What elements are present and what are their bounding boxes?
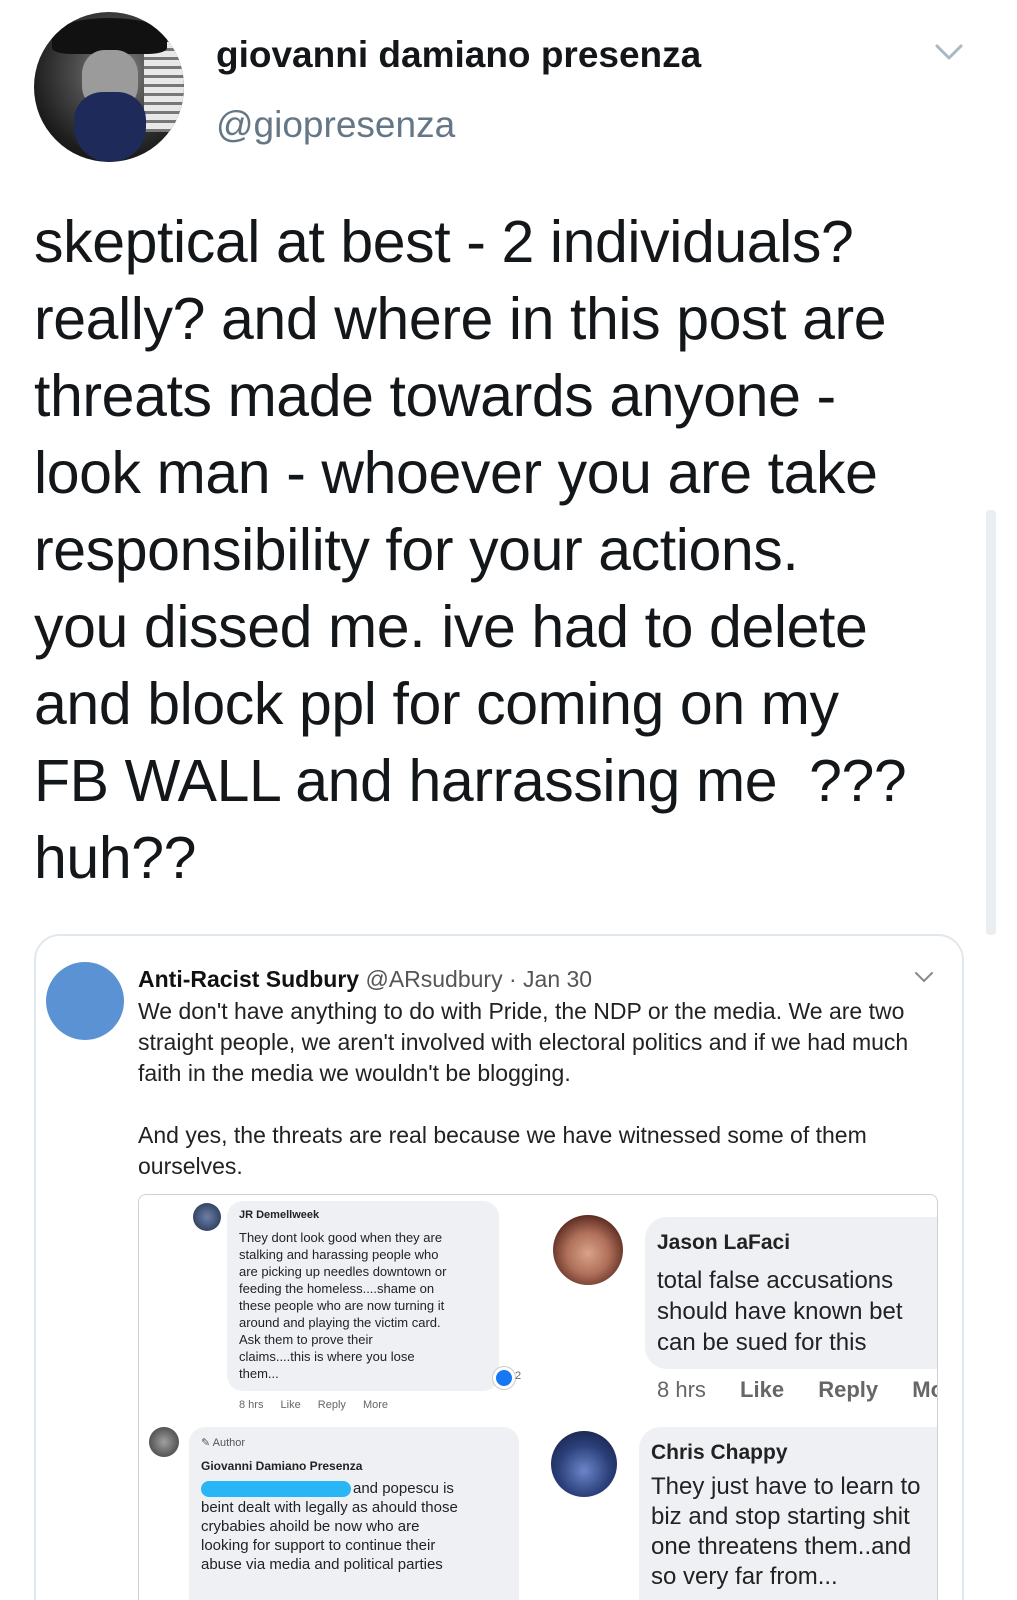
comment-line: beint dealt with legally as ahould those — [201, 1499, 458, 1516]
comment-line: so very far from... — [651, 1563, 838, 1590]
comment-line: stalking and harassing people who — [239, 1247, 439, 1262]
author-name[interactable]: giovanni damiano presenza — [216, 34, 701, 76]
comment-text: total false accusations should have know… — [657, 1265, 937, 1358]
comment-line: them... — [239, 1366, 279, 1381]
quoted-handle[interactable]: @ARsudbury — [365, 966, 502, 992]
comment-line: abuse via media and political parties — [201, 1556, 443, 1573]
commenter-name[interactable]: JR Demellweek — [239, 1207, 487, 1224]
chevron-down-icon[interactable] — [934, 40, 964, 64]
quoted-line: faith in the media we wouldn't be bloggi… — [138, 1060, 571, 1086]
commenter-name[interactable]: Giovanni Damiano Presenza — [201, 1458, 507, 1475]
quoted-paragraph: We don't have anything to do with Pride,… — [138, 996, 938, 1089]
author-pen-icon: ✎ — [201, 1437, 211, 1449]
author-avatar[interactable] — [34, 12, 184, 162]
redaction-highlight — [201, 1481, 351, 1498]
more-link[interactable]: More — [363, 1399, 388, 1411]
tweet-text: skeptical at best - 2 individuals? reall… — [34, 204, 974, 897]
comment-line: Ask them to prove their — [239, 1332, 373, 1347]
reply-link[interactable]: Reply — [818, 1377, 878, 1402]
more-link[interactable]: Mo — [912, 1377, 937, 1402]
chevron-down-icon[interactable] — [914, 970, 934, 984]
facebook-screenshot[interactable]: JR Demellweek They dont look good when t… — [138, 1194, 938, 1600]
tweet-line: you dissed me. ive had to delete — [34, 594, 868, 660]
commenter-name[interactable]: Chris Chappy — [651, 1437, 937, 1468]
quoted-line: And yes, the threats are real because we… — [138, 1122, 867, 1148]
quoted-separator: · — [508, 966, 517, 992]
quoted-text: We don't have anything to do with Pride,… — [138, 996, 938, 1213]
quoted-avatar[interactable] — [46, 962, 124, 1040]
comment-bubble: ✎ Author Giovanni Damiano Presenza and p… — [189, 1427, 519, 1600]
comment-bubble: JR Demellweek They dont look good when t… — [227, 1201, 499, 1391]
quoted-line: straight people, we aren't involved with… — [138, 1029, 909, 1055]
tweet-line: really? and where in this post are — [34, 286, 887, 352]
tweet-line: responsibility for your actions. — [34, 517, 799, 583]
comment-actions: 8 hrs Like Reply More — [239, 1399, 402, 1411]
comment-line: around and playing the victim card. — [239, 1315, 441, 1330]
comment-line: crybabies ahoild be now who are — [201, 1518, 420, 1535]
comment-line: these people who are now turning it — [239, 1298, 445, 1313]
comment-line: are picking up needles downtown or — [239, 1264, 447, 1279]
like-link[interactable]: Like — [740, 1377, 784, 1402]
reaction-count: 2 — [515, 1370, 522, 1382]
commenter-avatar — [149, 1427, 179, 1457]
author-badge: ✎ Author — [201, 1435, 507, 1452]
comment-line: biz and stop starting shit — [651, 1503, 910, 1530]
comment-line: feeding the homeless....shame on — [239, 1281, 435, 1296]
tweet-line: skeptical at best - 2 individuals? — [34, 209, 854, 275]
author-badge-label: Author — [212, 1437, 246, 1449]
commenter-avatar — [551, 1431, 617, 1497]
tweet-line: threats made towards anyone - — [34, 363, 836, 429]
comment-line: should have known bet — [657, 1298, 903, 1325]
comment-time: 8 hrs — [239, 1399, 264, 1411]
commenter-avatar — [193, 1203, 221, 1231]
quoted-paragraph: And yes, the threats are real because we… — [138, 1120, 938, 1182]
commenter-avatar — [553, 1215, 623, 1285]
scrollbar[interactable] — [986, 510, 996, 935]
commenter-name[interactable]: Jason LaFaci — [657, 1227, 937, 1258]
comment-bubble: Chris Chappy They just have to learn to … — [639, 1427, 937, 1600]
quoted-line: We don't have anything to do with Pride,… — [138, 998, 905, 1024]
comment-text: They dont look good when they are stalki… — [239, 1229, 487, 1382]
comment-line: one threatens them..and — [651, 1533, 912, 1560]
tweet-line: FB WALL and harrassing me ??? — [34, 748, 907, 814]
reply-link[interactable]: Reply — [318, 1399, 346, 1411]
comment-line: looking for support to continue their — [201, 1537, 436, 1554]
comment-line: and popescu is — [201, 1479, 507, 1498]
tweet-line: huh?? — [34, 825, 197, 891]
quoted-name[interactable]: Anti-Racist Sudbury — [138, 966, 359, 992]
comment-bubble: Jason LaFaci total false accusations sho… — [645, 1217, 937, 1369]
comment-line: claims....this is where you lose — [239, 1349, 415, 1364]
comment-text: and popescu is beint dealt with legally … — [201, 1479, 507, 1574]
comment-line: They just have to learn to — [651, 1473, 921, 1500]
tweet-line: and block ppl for coming on my — [34, 671, 839, 737]
reaction-badge-icon[interactable] — [493, 1367, 515, 1389]
quoted-date[interactable]: Jan 30 — [523, 966, 592, 992]
quoted-tweet[interactable]: Anti-Racist Sudbury @ARsudbury · Jan 30 … — [34, 934, 964, 1600]
tweet-header: giovanni damiano presenza @giopresenza — [0, 0, 1017, 180]
comment-line: can be sued for this — [657, 1329, 867, 1356]
comment-text: They just have to learn to biz and stop … — [651, 1472, 937, 1592]
comment-line: total false accusations — [657, 1267, 894, 1294]
comment-actions: 8 hrs Like Reply Mo — [657, 1377, 937, 1403]
like-link[interactable]: Like — [281, 1399, 301, 1411]
tweet-line: look man - whoever you are take — [34, 440, 878, 506]
comment-line: They dont look good when they are — [239, 1230, 443, 1245]
quoted-header: Anti-Racist Sudbury @ARsudbury · Jan 30 — [138, 966, 592, 993]
comment-time: 8 hrs — [657, 1377, 706, 1402]
author-handle[interactable]: @giopresenza — [216, 104, 455, 146]
quoted-line: ourselves. — [138, 1153, 243, 1179]
